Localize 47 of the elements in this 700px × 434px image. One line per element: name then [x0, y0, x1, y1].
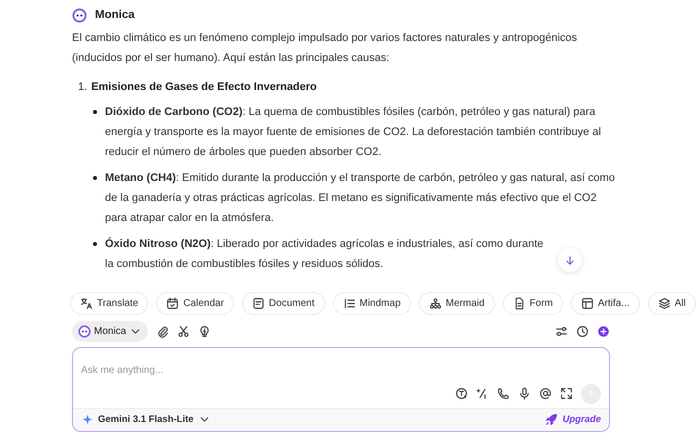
tool-chip[interactable]: Form — [502, 292, 563, 315]
tool-chip[interactable]: Translate — [70, 292, 148, 315]
tool-chip[interactable]: Calendar — [156, 292, 234, 315]
section-heading: Emisiones de Gases de Efecto Invernadero — [91, 80, 317, 96]
bullet-icon — [93, 242, 97, 246]
bullet-text: Dióxido de Carbono (CO2): La quema de combustibles fósiles (carbón, petróleo y gas natural) para energía y transporte es la mayor fuente de emisiones de CO2. La deforestación también contribuye al reducir el número de árboles que pueden absorber CO2. — [105, 104, 602, 160]
translate-icon — [80, 296, 93, 310]
rocket-icon — [545, 413, 558, 426]
bullet-icon — [93, 176, 97, 180]
message-field[interactable]: Ask me anything... Gemini 3.1 Flash-Lite Upgrade — [72, 346, 610, 432]
diagram-icon — [428, 296, 442, 310]
tool-chip[interactable]: Document — [242, 292, 324, 315]
paperclip-icon[interactable] — [156, 324, 170, 338]
bullet-text: Óxido Nitroso (N2O): Liberado por actividades agrícolas e industriales, así como durante la combustión de combustibles fósiles y residuos sólidos. — [105, 236, 544, 272]
new-chat-icon[interactable] — [597, 324, 610, 338]
tool-chip[interactable]: All — [648, 292, 696, 315]
bullet-text: Metano (CH4): Emitido durante la producción y el transporte de carbón, petróleo y gas natural, así como de la ganadería y otras prácticas agrícolas. El metano es significativamente más efectivo que el CO2 para atrapar calor en la atmósfera. — [105, 170, 616, 226]
sliders-icon[interactable] — [555, 324, 568, 338]
list-icon — [342, 296, 356, 310]
model-picker[interactable]: Gemini 3.1 Flash-Lite — [81, 412, 211, 427]
bot-avatar-icon — [78, 324, 91, 338]
bot-avatar-icon — [72, 8, 87, 24]
lightbulb-icon[interactable] — [198, 324, 212, 338]
down-arrow-icon — [564, 254, 576, 266]
upgrade-button[interactable]: Upgrade — [545, 412, 601, 427]
assistant-name: Monica — [95, 8, 135, 23]
bullet-icon — [93, 110, 97, 114]
list-number: 1. — [78, 80, 88, 96]
layers-icon — [658, 296, 671, 310]
history-icon[interactable] — [576, 324, 589, 338]
expand-icon[interactable] — [560, 387, 573, 400]
sparkle-icon — [81, 413, 94, 426]
tool-chip[interactable]: Mindmap — [332, 292, 411, 315]
layout-icon — [580, 296, 594, 310]
phone-icon[interactable] — [497, 387, 510, 400]
at-icon[interactable] — [539, 387, 552, 400]
calendar-icon — [166, 296, 180, 310]
message-paragraph: El cambio climático es un fenómeno complejo impulsado por varios factores naturales y antropogénicos (inducidos por el ser humano). Aquí están las principales causas: — [72, 31, 578, 66]
form-icon — [512, 296, 526, 310]
scissors-icon[interactable] — [177, 324, 190, 338]
microphone-icon[interactable] — [518, 387, 531, 400]
document-icon — [252, 296, 265, 310]
bot-picker[interactable]: Monica — [72, 320, 148, 342]
scroll-down-button[interactable] — [558, 248, 582, 272]
tool-chip[interactable]: Mermaid — [418, 292, 495, 315]
text-sparkle-icon[interactable] — [455, 387, 468, 400]
tool-chip[interactable]: Artifa... — [570, 292, 640, 315]
